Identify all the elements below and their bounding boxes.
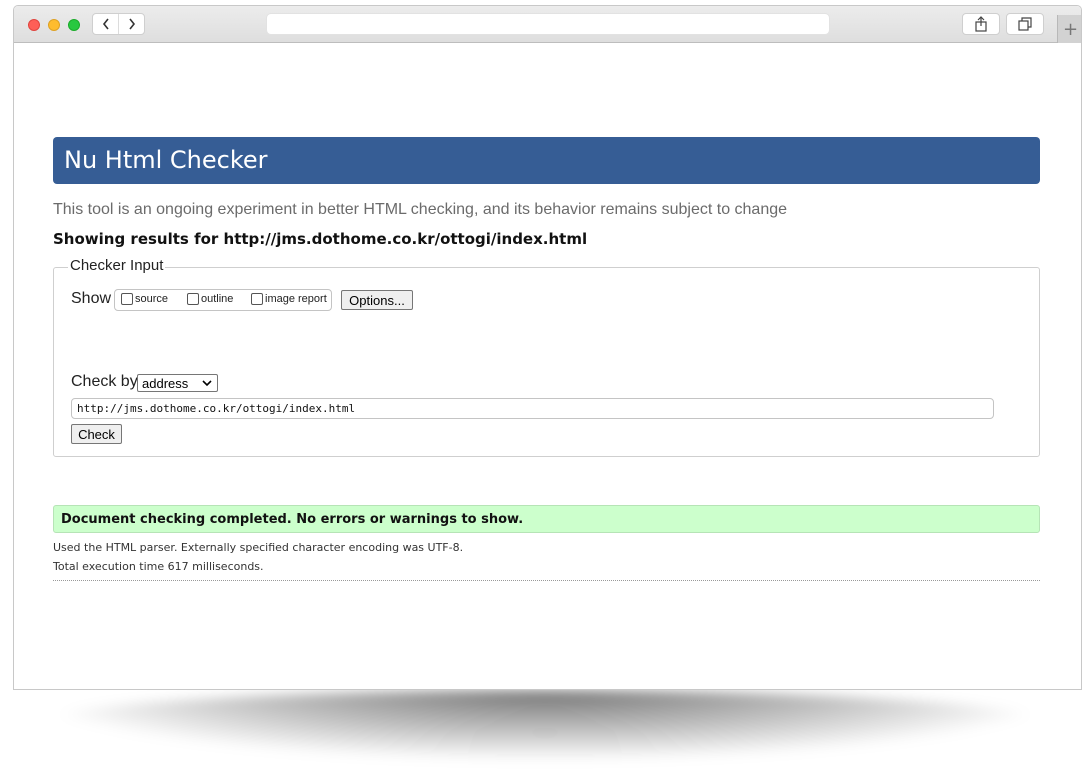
browser-window: + Nu Html Checker This tool is an ongoin… [13,5,1082,690]
divider [53,580,1040,581]
check-by-selected-value: address [142,375,189,391]
success-message: Document checking completed. No errors o… [53,505,1040,533]
show-label: Show [71,290,112,307]
chevron-left-icon [102,18,109,30]
check-by-select[interactable]: address [137,374,218,392]
checkbox-box[interactable] [187,293,199,305]
show-options-group: source outline image report [114,289,332,311]
checkbox-box[interactable] [251,293,263,305]
window-shadow [30,690,1060,760]
share-button[interactable] [962,13,1000,35]
minimize-window-button[interactable] [48,19,60,31]
parser-info: Used the HTML parser. Externally specifi… [53,541,464,554]
checkbox-box[interactable] [121,293,133,305]
forward-button[interactable] [118,14,144,34]
back-button[interactable] [93,14,118,34]
browser-toolbar: + [14,6,1081,43]
source-checkbox-label: source [135,293,169,305]
close-window-button[interactable] [28,19,40,31]
options-button[interactable]: Options... [341,290,413,310]
outline-checkbox-label: outline [201,293,234,305]
url-input[interactable]: http://jms.dothome.co.kr/ottogi/index.ht… [71,398,994,419]
tabs-overview-icon [1018,17,1032,31]
tagline: This tool is an ongoing experiment in be… [53,201,788,218]
checker-input-legend: Checker Input [68,257,166,274]
address-bar[interactable] [266,13,830,35]
share-icon [975,16,987,32]
check-by-label: Check by [71,373,138,390]
chevron-down-icon [202,380,212,387]
chevron-right-icon [128,18,135,30]
zoom-window-button[interactable] [68,19,80,31]
image-report-checkbox[interactable]: image report [251,293,327,305]
navigation-buttons [92,13,145,35]
page-content: Nu Html Checker This tool is an ongoing … [14,44,1081,689]
show-tabs-button[interactable] [1006,13,1044,35]
new-tab-button[interactable]: + [1057,15,1081,43]
showing-results-heading: Showing results for http://jms.dothome.c… [53,230,588,248]
outline-checkbox[interactable]: outline [187,293,233,305]
execution-time: Total execution time 617 milliseconds. [53,560,264,573]
plus-icon: + [1062,18,1079,40]
page-title: Nu Html Checker [53,137,1040,184]
image-report-checkbox-label: image report [265,293,327,305]
source-checkbox[interactable]: source [121,293,168,305]
check-button[interactable]: Check [71,424,122,444]
